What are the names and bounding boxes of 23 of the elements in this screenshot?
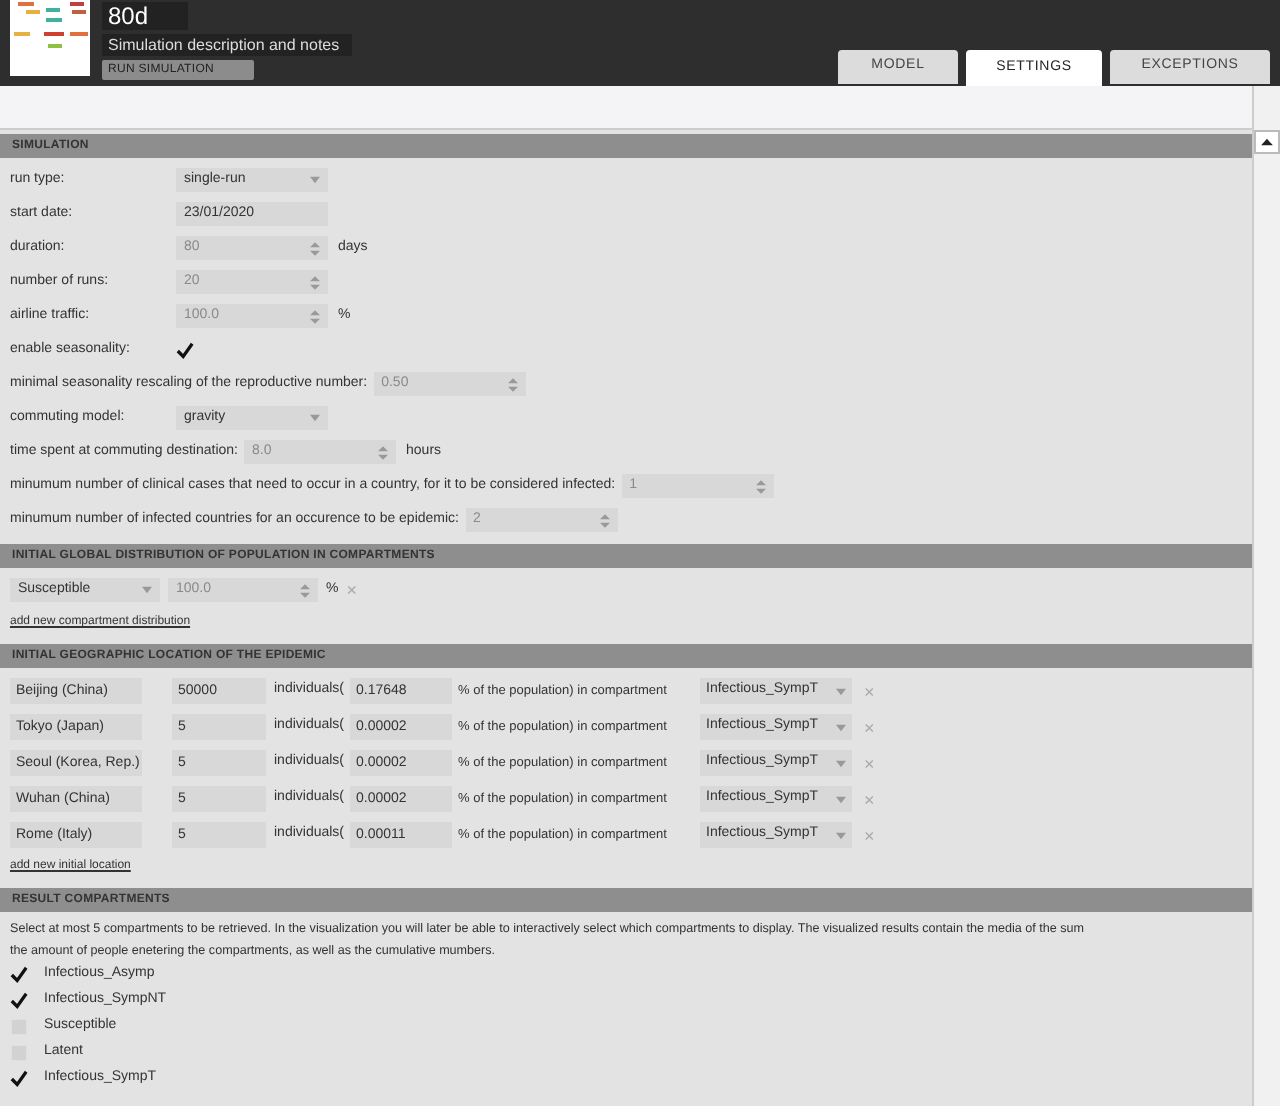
caret-icon xyxy=(836,723,846,731)
simulation-description[interactable]: Simulation description and notes xyxy=(102,34,352,56)
spinner-arrows-icon[interactable] xyxy=(310,309,320,323)
spinner-arrows-icon[interactable] xyxy=(507,377,518,391)
caret-icon xyxy=(310,176,320,184)
caret-icon xyxy=(836,831,846,839)
spinner-arrows-icon[interactable] xyxy=(755,479,766,493)
logo-icon xyxy=(10,0,90,76)
caret-icon xyxy=(836,795,846,803)
caret-icon xyxy=(310,414,320,422)
caret-icon xyxy=(142,586,152,594)
checkbox[interactable] xyxy=(10,992,28,1010)
checkbox[interactable] xyxy=(10,1070,28,1088)
spinner-arrows-icon[interactable] xyxy=(378,445,389,459)
spinner-arrows-icon[interactable] xyxy=(300,583,310,597)
spinner-arrows-icon[interactable] xyxy=(310,241,320,255)
caret-icon xyxy=(836,759,846,767)
checkbox[interactable] xyxy=(10,966,28,984)
checkbox[interactable] xyxy=(176,341,194,359)
spinner-arrows-icon[interactable] xyxy=(310,275,320,289)
caret-icon xyxy=(836,687,846,695)
simulation-title[interactable]: 80d xyxy=(102,2,189,30)
spinner-arrows-icon[interactable] xyxy=(599,513,610,527)
